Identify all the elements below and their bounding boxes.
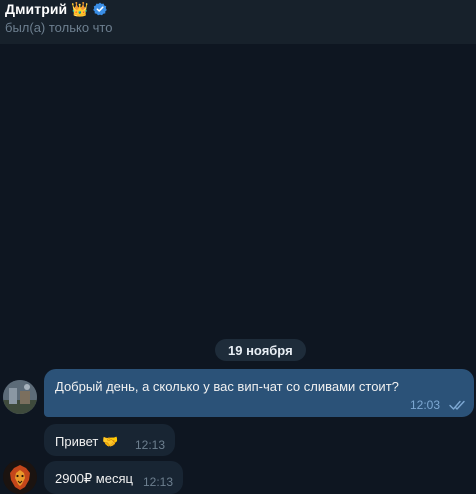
lion-logo-icon [3, 460, 37, 494]
chat-header[interactable]: Дмитрий 👑 был(а) только что [0, 0, 476, 44]
incoming-message[interactable]: Привет 🤝 12:13 [44, 424, 175, 456]
incoming-message[interactable]: 2900₽ месяц 12:13 [44, 461, 183, 494]
message-time: 12:13 [143, 475, 174, 489]
message-text: Добрый день, а сколько у вас вип-чат со … [55, 379, 399, 394]
contact-name[interactable]: Дмитрий [5, 1, 67, 17]
message-text: Привет 🤝 [55, 434, 119, 449]
message-text: 2900₽ месяц [55, 471, 133, 486]
crown-emoji-icon: 👑 [71, 1, 89, 17]
contact-status: был(а) только что [5, 20, 113, 35]
contact-title-row[interactable]: Дмитрий 👑 [5, 0, 107, 18]
message-time: 12:13 [135, 438, 166, 452]
date-separator: 19 ноября [215, 339, 306, 361]
outgoing-message[interactable]: Добрый день, а сколько у вас вип-чат со … [44, 369, 474, 417]
message-time: 12:03 [410, 398, 441, 412]
user-photo-icon [3, 380, 37, 414]
avatar[interactable] [3, 460, 37, 494]
read-double-check-icon [449, 400, 465, 410]
avatar[interactable] [3, 380, 37, 414]
verified-badge-icon [92, 2, 107, 16]
